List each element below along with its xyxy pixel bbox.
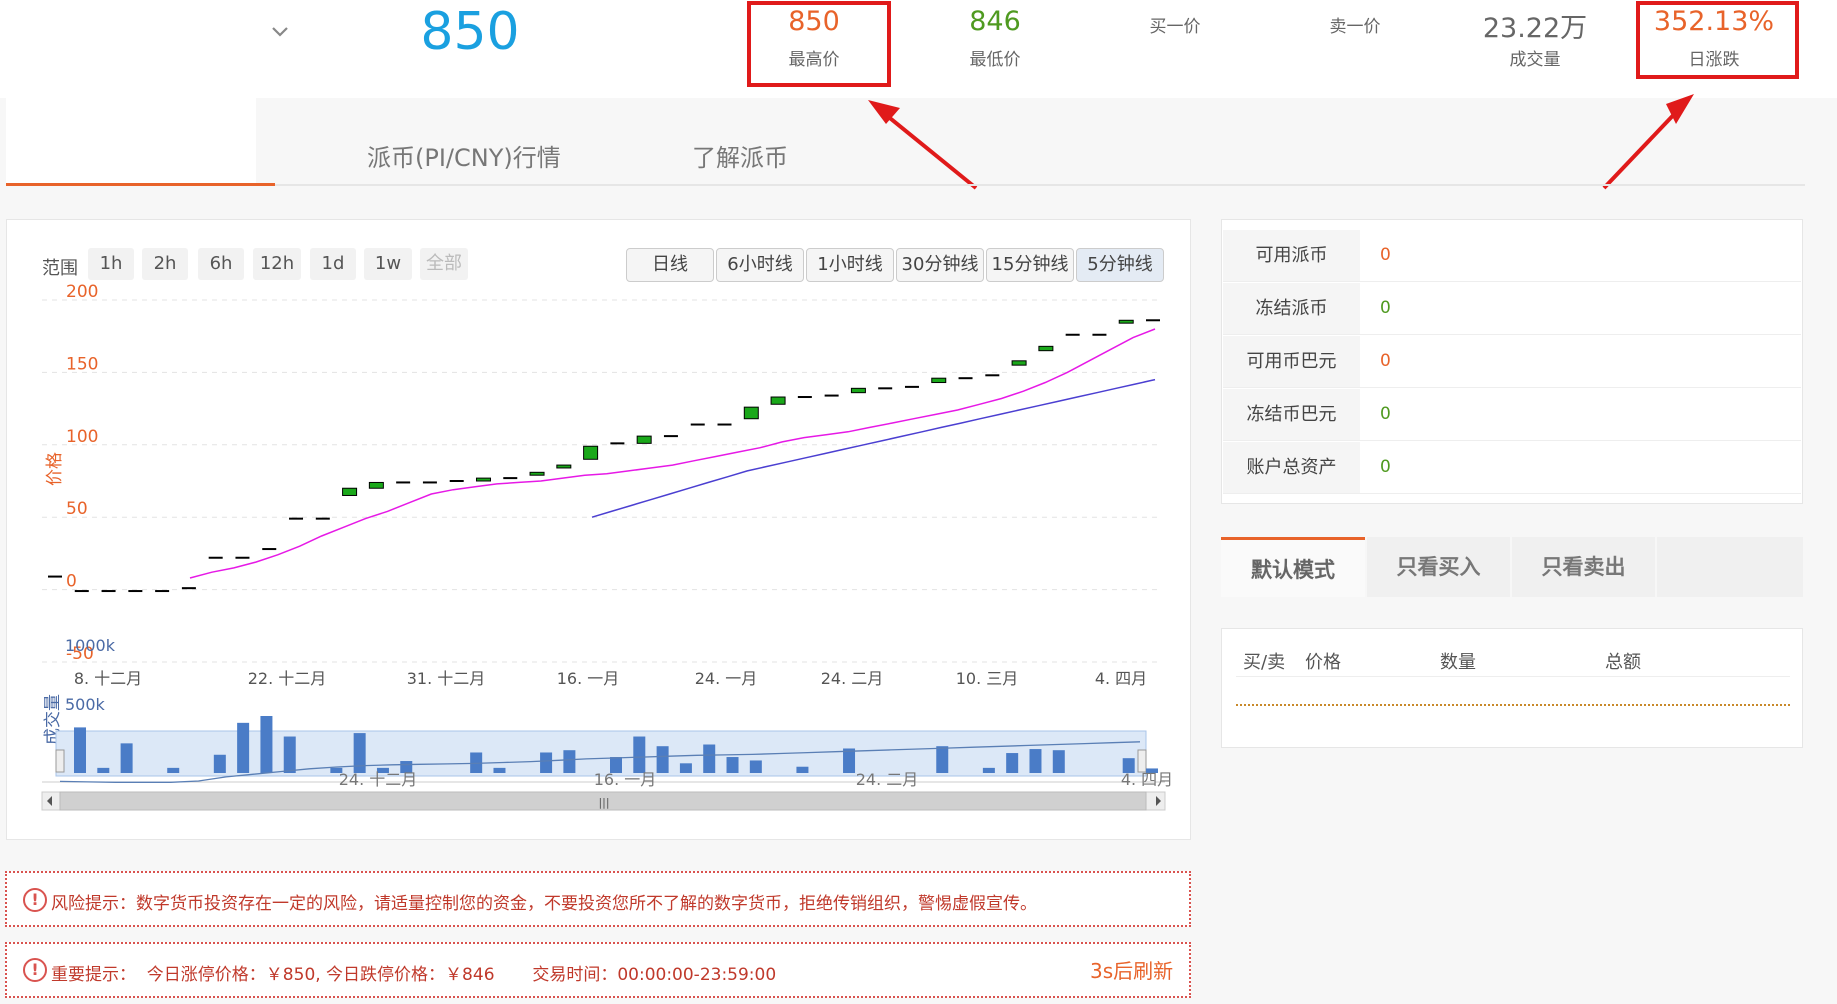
volume-bar <box>540 752 553 773</box>
mode-tab-buy-only[interactable]: 只看买入 <box>1367 537 1510 597</box>
volume-bar <box>97 767 110 773</box>
candle <box>636 435 652 444</box>
price-tick-label: 0 <box>66 572 77 592</box>
volume-bar <box>796 766 809 773</box>
candle <box>1011 360 1027 366</box>
volume-bar <box>679 763 692 773</box>
volume-bar <box>74 727 86 773</box>
refresh-countdown: 3s后刷新 <box>1090 959 1174 983</box>
important-notice-text: 重要提示： 今日涨停价格：￥850, 今日跌停价格：￥846 交易时间：00:0… <box>51 965 777 985</box>
price-tick-label: 200 <box>66 282 98 302</box>
candle <box>529 471 545 476</box>
volume-bar <box>749 760 762 773</box>
navigator-tick-label: 24. 二月 <box>856 770 919 789</box>
account-row: 冻结币巴元 0 <box>1223 389 1801 441</box>
navigator-tick-label: 4. 四月 <box>1121 770 1173 789</box>
volume-bar <box>353 733 366 773</box>
ma-short-line <box>189 328 1156 579</box>
x-tick-label: 22. 十二月 <box>248 669 327 688</box>
candle <box>368 481 384 489</box>
volume-bar <box>726 757 739 773</box>
account-label: 可用派币 <box>1223 230 1360 281</box>
x-tick-label: 24. 一月 <box>695 669 758 688</box>
orderbook-header-side: 买/卖 <box>1243 652 1286 673</box>
orderbook-header-amount: 数量 <box>1440 652 1476 673</box>
mode-tab-default[interactable]: 默认模式 <box>1221 537 1365 597</box>
volume-bar <box>167 767 180 773</box>
volume-bar <box>213 754 226 773</box>
mode-tab-filler <box>1657 537 1803 597</box>
volume-bar <box>493 767 506 773</box>
navigator-handle-left <box>55 749 65 773</box>
warning-icon: ! <box>23 888 47 912</box>
price-axis-label: 价格 <box>45 452 65 486</box>
price-tick-label: 100 <box>66 427 98 447</box>
account-row: 冻结派币 0 <box>1223 283 1801 335</box>
risk-notice-text: 风险提示：数字货币投资存在一定的风险，请适量控制您的资金，不要投资您所不了解的数… <box>51 894 1037 914</box>
navigator-tick-label: 24. 十二月 <box>339 770 418 789</box>
candle <box>850 387 866 394</box>
scrollbar-grip-icon: ||| <box>598 796 609 809</box>
account-row: 可用派币 0 <box>1223 230 1801 282</box>
candle <box>1118 319 1134 324</box>
candle <box>1038 345 1054 352</box>
volume-tick-label: 500k <box>65 695 106 714</box>
candle <box>743 406 759 420</box>
account-value: 0 <box>1380 298 1391 318</box>
volume-bar <box>260 716 273 773</box>
account-label: 冻结派币 <box>1223 283 1360 334</box>
x-tick-label: 8. 十二月 <box>74 669 142 688</box>
x-tick-label: 10. 三月 <box>956 669 1019 688</box>
orderbook-panel <box>1221 628 1803 748</box>
price-tick-label: 50 <box>66 499 88 519</box>
account-value: 0 <box>1380 245 1391 265</box>
candle <box>770 396 786 405</box>
account-label: 可用币巴元 <box>1223 336 1360 387</box>
orderbook-header-price: 价格 <box>1305 652 1341 673</box>
mode-tab-sell-only[interactable]: 只看卖出 <box>1512 537 1655 597</box>
account-label: 账户总资产 <box>1223 442 1360 493</box>
warning-icon: ! <box>23 958 47 982</box>
volume-bar <box>563 750 576 773</box>
navigator-tick-label: 16. 一月 <box>594 770 657 789</box>
x-tick-label: 16. 一月 <box>557 669 620 688</box>
price-tick-label: 150 <box>66 354 98 374</box>
candle <box>931 377 947 384</box>
volume-bar <box>703 744 716 773</box>
volume-bar <box>1029 749 1042 773</box>
volume-bar <box>1052 750 1065 773</box>
orderbook-header-divider <box>1236 676 1790 677</box>
x-tick-label: 24. 二月 <box>821 669 884 688</box>
volume-bar <box>656 746 669 773</box>
orderbook-header-total: 总额 <box>1605 652 1641 673</box>
account-value: 0 <box>1380 404 1391 424</box>
volume-bar <box>633 736 646 773</box>
candle <box>583 445 599 460</box>
orderbook-divider <box>1236 704 1790 706</box>
candle <box>475 477 491 482</box>
account-value: 0 <box>1380 351 1391 371</box>
account-value: 0 <box>1380 457 1391 477</box>
candle <box>556 464 572 469</box>
volume-bar <box>120 743 133 773</box>
account-row: 账户总资产 0 <box>1223 442 1801 494</box>
x-tick-label: 4. 四月 <box>1095 669 1147 688</box>
navigator-handle-right <box>1137 749 1147 773</box>
volume-bar <box>283 736 296 773</box>
volume-bar <box>1006 753 1019 773</box>
volume-bar <box>843 748 856 773</box>
x-tick-label: 31. 十二月 <box>407 669 486 688</box>
volume-bar <box>237 722 250 773</box>
volume-tick-label: 1000k <box>65 636 116 655</box>
ma-long-line <box>591 378 1156 518</box>
account-label: 冻结币巴元 <box>1223 389 1360 440</box>
candle <box>342 487 358 496</box>
volume-bar <box>982 767 995 773</box>
volume-bar <box>936 746 949 773</box>
account-row: 可用币巴元 0 <box>1223 336 1801 388</box>
